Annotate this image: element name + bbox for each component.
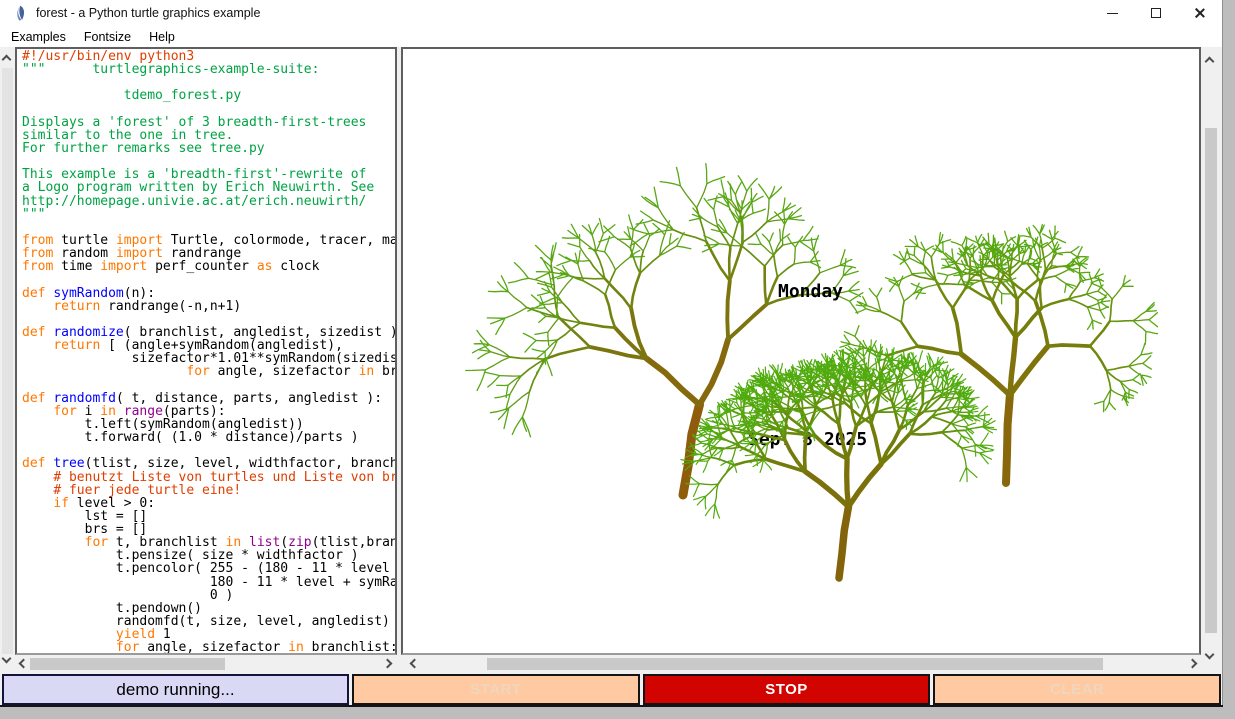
status-message: demo running... bbox=[2, 674, 349, 705]
close-icon bbox=[1194, 7, 1206, 19]
menu-fontsize[interactable]: Fontsize bbox=[75, 28, 140, 46]
code-editor[interactable]: #!/usr/bin/env python3""" turtlegraphics… bbox=[15, 47, 397, 655]
code-line: for angle, sizefactor in branchlist ] bbox=[22, 365, 395, 378]
status-row: demo running... STARTSTOPCLEAR bbox=[2, 674, 1221, 705]
code-line: """ bbox=[22, 208, 395, 221]
tree-branches-level-5 bbox=[918, 299, 1090, 354]
tree-branches-level-4 bbox=[545, 241, 803, 359]
close-button[interactable] bbox=[1192, 5, 1208, 21]
code-vertical-scrollbar[interactable] bbox=[0, 48, 15, 672]
menu-bar: ExamplesFontsizeHelp bbox=[0, 26, 1222, 47]
python-feather-icon bbox=[13, 5, 27, 21]
maximize-button[interactable] bbox=[1148, 5, 1164, 21]
scroll-down-icon[interactable] bbox=[1205, 650, 1215, 660]
forest-drawing: MondaySep. 8 2025 bbox=[403, 49, 1199, 653]
code-line: tdemo_forest.py bbox=[22, 89, 395, 102]
tree-branches-level-7 bbox=[1006, 395, 1010, 483]
canvas-text-label: Monday bbox=[778, 281, 843, 302]
tree-group-front bbox=[681, 340, 996, 578]
code-horizontal-scrollbar[interactable] bbox=[15, 656, 397, 672]
menu-examples[interactable]: Examples bbox=[2, 28, 75, 46]
canvas-horizontal-scrollbar[interactable] bbox=[403, 656, 1201, 672]
tree-branches-level-6 bbox=[805, 459, 881, 507]
maximize-icon bbox=[1151, 8, 1161, 18]
app-window: forest - a Python turtle graphics exampl… bbox=[0, 0, 1223, 706]
code-line: from time import perf_counter as clock bbox=[22, 260, 395, 273]
tree-branches-level-6 bbox=[647, 339, 729, 404]
code-line: http://homepage.univie.ac.at/erich.neuwi… bbox=[22, 195, 395, 208]
scrollbar-thumb[interactable] bbox=[487, 658, 1103, 670]
code-line: t.forward( (1.0 * distance)/parts ) bbox=[22, 431, 395, 444]
title-bar: forest - a Python turtle graphics exampl… bbox=[0, 0, 1222, 26]
menu-help[interactable]: Help bbox=[140, 28, 184, 46]
scroll-right-icon[interactable] bbox=[1188, 659, 1198, 669]
code-line: """ turtlegraphics-example-suite: bbox=[22, 63, 395, 76]
code-line: For further remarks see tree.py bbox=[22, 142, 395, 155]
turtle-canvas[interactable]: MondaySep. 8 2025 bbox=[401, 47, 1201, 655]
scroll-left-icon[interactable] bbox=[410, 659, 420, 669]
scrollbar-thumb[interactable] bbox=[2, 68, 13, 654]
minimize-button[interactable] bbox=[1104, 5, 1120, 21]
scroll-up-icon[interactable] bbox=[2, 55, 12, 65]
tree-branches-level-7 bbox=[839, 507, 849, 578]
window-border bbox=[0, 705, 1223, 707]
scroll-up-icon[interactable] bbox=[1205, 57, 1215, 67]
clear-button[interactable]: CLEAR bbox=[933, 674, 1221, 705]
scroll-left-icon[interactable] bbox=[19, 659, 29, 669]
minimize-icon bbox=[1107, 13, 1118, 14]
stop-button[interactable]: STOP bbox=[643, 674, 931, 705]
tree-branches-level-6 bbox=[961, 337, 1048, 395]
start-button[interactable]: START bbox=[352, 674, 640, 705]
window-title: forest - a Python turtle graphics exampl… bbox=[36, 6, 260, 20]
code-line: t.left(angle) bbox=[22, 654, 395, 655]
code-line: return randrange(-n,n+1) bbox=[22, 300, 395, 313]
scroll-down-icon[interactable] bbox=[2, 654, 12, 664]
scroll-right-icon[interactable] bbox=[383, 659, 393, 669]
canvas-vertical-scrollbar[interactable] bbox=[1202, 48, 1219, 664]
scrollbar-thumb[interactable] bbox=[1205, 128, 1217, 633]
scrollbar-thumb[interactable] bbox=[30, 658, 225, 670]
